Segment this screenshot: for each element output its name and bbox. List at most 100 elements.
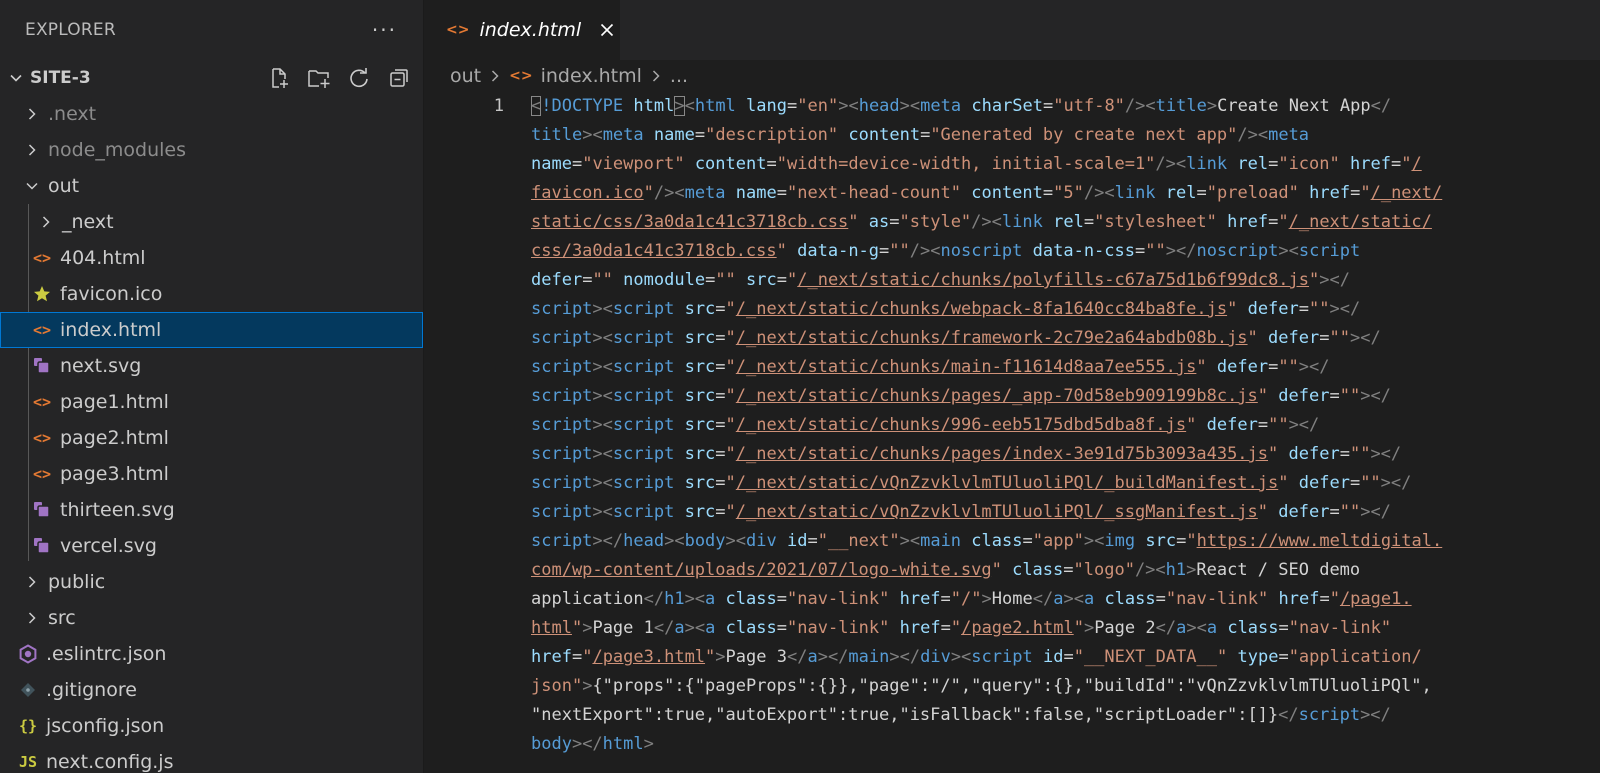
tree-folder-next[interactable]: .next bbox=[0, 96, 423, 132]
code-token: defer bbox=[1288, 444, 1340, 464]
code-token: href bbox=[1278, 589, 1320, 609]
code-token: </ bbox=[1278, 705, 1299, 725]
new-folder-icon[interactable] bbox=[307, 66, 331, 90]
tree-file-eslintrc[interactable]: .eslintrc.json bbox=[0, 636, 423, 672]
tree-file-next-config[interactable]: JS next.config.js bbox=[0, 744, 423, 773]
svg-file-icon bbox=[32, 500, 52, 520]
code-token: "" bbox=[1268, 415, 1289, 435]
json-file-icon: {} bbox=[18, 717, 38, 735]
tree-file-page2-html[interactable]: <> page2.html bbox=[0, 420, 423, 456]
code-token: " bbox=[950, 618, 962, 638]
tree-folder-public[interactable]: public bbox=[0, 564, 423, 600]
code-token: body bbox=[684, 531, 726, 551]
code-token: href bbox=[1309, 183, 1351, 203]
html-file-icon: <> bbox=[32, 393, 52, 411]
tree-file-next-svg[interactable]: next.svg bbox=[0, 348, 423, 384]
code-token: " bbox=[1268, 444, 1279, 464]
tree-file-page1-html[interactable]: <> page1.html bbox=[0, 384, 423, 420]
code-token: src bbox=[684, 328, 716, 348]
code-token: Page 1 bbox=[592, 618, 654, 638]
code-token: defer bbox=[1216, 357, 1269, 377]
code-token: html bbox=[602, 734, 644, 754]
tree-file-vercel-svg[interactable]: vercel.svg bbox=[0, 528, 423, 564]
new-file-icon[interactable] bbox=[267, 66, 291, 90]
code-token: main bbox=[848, 647, 890, 667]
code-token: script bbox=[971, 647, 1033, 667]
tree-file-page3-html[interactable]: <> page3.html bbox=[0, 456, 423, 492]
tab-index-html[interactable]: <> index.html bbox=[424, 0, 621, 60]
code-token: >< bbox=[592, 299, 613, 319]
code-token: charSet bbox=[971, 96, 1044, 116]
code-token: " bbox=[1278, 473, 1289, 493]
tree-file-jsconfig[interactable]: {} jsconfig.json bbox=[0, 708, 423, 744]
code-token: < bbox=[1104, 183, 1115, 203]
tree-folder-src[interactable]: src bbox=[0, 600, 423, 636]
workspace-folder-header[interactable]: SITE-3 bbox=[0, 60, 423, 96]
code-token: /_next/static/vQnZzvklvlmTUluoliPQl/_ssg… bbox=[735, 502, 1258, 522]
code-token: "" bbox=[1145, 241, 1166, 261]
tree-file-404-html[interactable]: <> 404.html bbox=[0, 240, 423, 276]
tree-item-label: thirteen.svg bbox=[60, 499, 175, 521]
code-token: script bbox=[612, 386, 675, 406]
code-token: body bbox=[531, 734, 572, 754]
code-token: defer bbox=[531, 270, 583, 290]
more-actions-icon[interactable]: ··· bbox=[372, 18, 397, 42]
code-token: script bbox=[612, 444, 675, 464]
chevron-down-icon bbox=[6, 70, 26, 86]
code-token: = bbox=[1350, 183, 1361, 203]
breadcrumb-file[interactable]: index.html bbox=[541, 65, 642, 87]
html-file-icon: <> bbox=[32, 249, 52, 267]
code-token: application bbox=[531, 589, 644, 609]
code-token: meta bbox=[920, 96, 962, 116]
code-token: img bbox=[1104, 531, 1136, 551]
tree-folder-next-out[interactable]: _next bbox=[0, 204, 423, 240]
code-token: src bbox=[684, 415, 716, 435]
code-token: /page3.html bbox=[592, 647, 706, 667]
tree-item-label: jsconfig.json bbox=[46, 715, 165, 737]
code-token: src bbox=[746, 270, 777, 290]
code-lines[interactable]: <!DOCTYPE html><html lang="en"><head><me… bbox=[531, 92, 1591, 759]
code-line: script><script src="/_next/static/chunks… bbox=[531, 295, 1591, 324]
tree-folder-node-modules[interactable]: node_modules bbox=[0, 132, 423, 168]
tree-file-favicon[interactable]: favicon.ico bbox=[0, 276, 423, 312]
code-token: script bbox=[531, 299, 593, 319]
tab-label: index.html bbox=[479, 19, 582, 41]
code-token: "stylesheet" bbox=[1094, 212, 1217, 232]
breadcrumb-folder[interactable]: out bbox=[450, 65, 481, 87]
tree-item-label: page3.html bbox=[60, 463, 169, 485]
code-line: defer="" nomodule="" src="/_next/static/… bbox=[531, 266, 1591, 295]
code-token: link bbox=[1001, 212, 1043, 232]
code-token: >< bbox=[592, 473, 613, 493]
tree-file-gitignore[interactable]: .gitignore bbox=[0, 672, 423, 708]
tree-file-index-html[interactable]: <> index.html bbox=[0, 312, 423, 348]
code-token: "nav-link" bbox=[787, 618, 890, 638]
code-token: static/css/3a0da1c41c3718cb.css bbox=[531, 212, 849, 232]
tree-item-label: public bbox=[48, 571, 106, 593]
code-token: "" bbox=[1339, 502, 1361, 522]
tree-file-thirteen-svg[interactable]: thirteen.svg bbox=[0, 492, 423, 528]
code-token: src bbox=[684, 299, 716, 319]
code-token: !DOCTYPE bbox=[541, 96, 624, 116]
code-token: ></ bbox=[1380, 473, 1412, 493]
code-token: >< bbox=[664, 531, 685, 551]
code-token: = bbox=[1063, 560, 1074, 580]
tree-item-label: src bbox=[48, 607, 76, 629]
close-icon[interactable] bbox=[599, 22, 615, 38]
breadcrumb-more[interactable]: ... bbox=[670, 65, 688, 87]
tree-folder-out[interactable]: out bbox=[0, 168, 423, 204]
code-token: "next-head-count" bbox=[786, 183, 961, 203]
code-token: = bbox=[1022, 531, 1033, 551]
collapse-all-icon[interactable] bbox=[387, 66, 411, 90]
refresh-icon[interactable] bbox=[347, 66, 371, 90]
code-token: = bbox=[889, 212, 900, 232]
code-token: = bbox=[1042, 183, 1054, 203]
